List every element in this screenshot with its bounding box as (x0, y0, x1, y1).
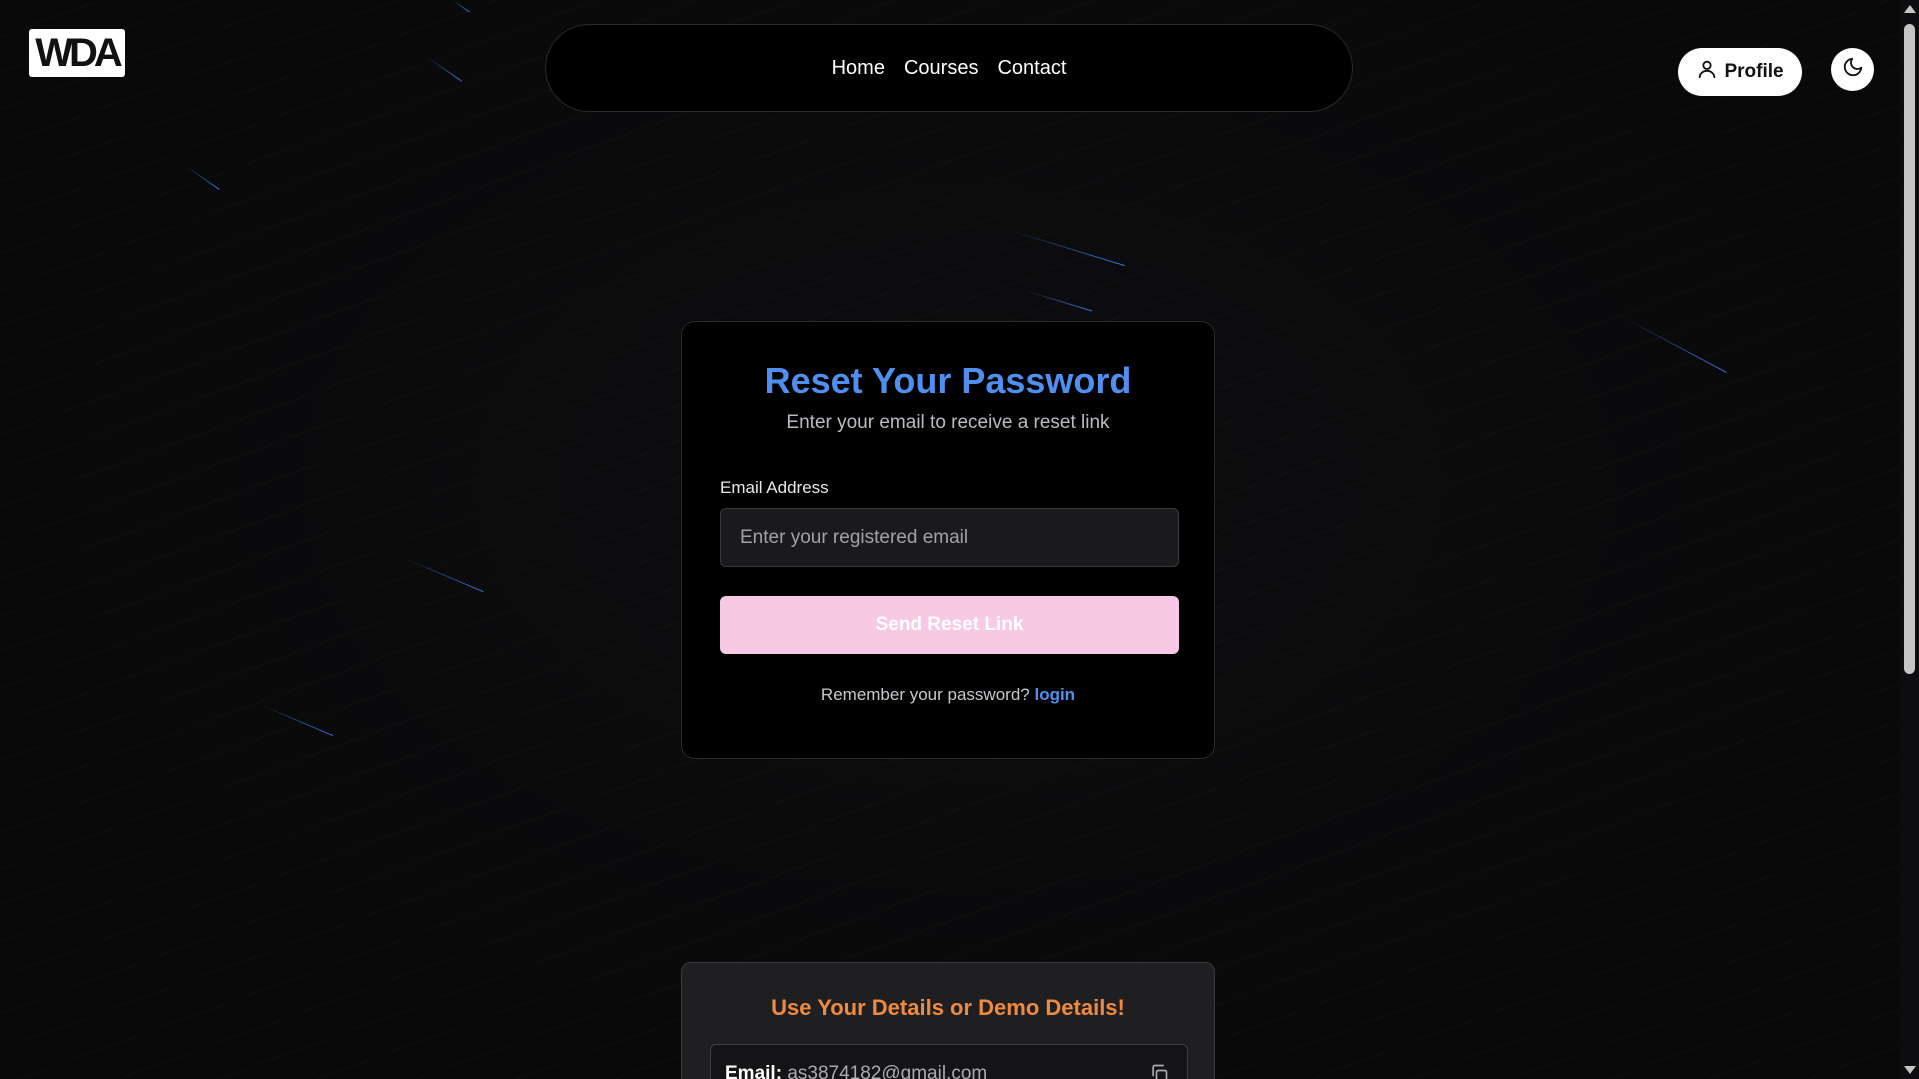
user-icon (1696, 58, 1718, 86)
reset-title: Reset Your Password (764, 360, 1132, 401)
reset-password-card: Reset Your Password Enter your email to … (681, 321, 1215, 759)
logo-text: WDA (35, 30, 123, 75)
email-input[interactable] (720, 508, 1179, 567)
demo-title: Use Your Details or Demo Details! (771, 995, 1125, 1020)
profile-button[interactable]: Profile (1678, 48, 1802, 96)
background-streak (452, 0, 470, 13)
main-navbar: Home Courses Contact (545, 24, 1353, 112)
nav-contact-link[interactable]: Contact (997, 57, 1066, 80)
scroll-thumb[interactable] (1904, 24, 1915, 674)
email-label: Email Address (720, 478, 829, 497)
nav-home-link[interactable]: Home (832, 57, 885, 80)
demo-details-card: Use Your Details or Demo Details! Email:… (681, 962, 1215, 1079)
scroll-down-arrow-icon[interactable] (1904, 1066, 1916, 1074)
background-streak (184, 165, 220, 190)
theme-toggle-button[interactable] (1831, 48, 1874, 91)
demo-email-value: as3874182@gmail.com (787, 1063, 988, 1079)
background-streak (1624, 318, 1727, 373)
page-scrollbar[interactable] (1900, 0, 1919, 1079)
demo-email-row: Email: as3874182@gmail.com (710, 1044, 1188, 1079)
background-streak (1024, 290, 1093, 312)
copy-icon[interactable] (1149, 1063, 1169, 1079)
scroll-up-arrow-icon[interactable] (1904, 5, 1916, 13)
remember-label: Remember your password? (820, 685, 1030, 704)
demo-email-key: Email: (725, 1063, 783, 1079)
profile-label: Profile (1724, 61, 1784, 82)
nav-courses-link[interactable]: Courses (904, 57, 978, 80)
login-link[interactable]: login (1034, 685, 1075, 704)
send-reset-link-button[interactable]: Send Reset Link (720, 596, 1179, 654)
background-streak (261, 705, 334, 737)
background-streak (404, 558, 484, 593)
remember-password-text: Remember your password? login (720, 685, 1176, 705)
page: WDA Home Courses Contact Profile Reset Y… (0, 0, 1919, 1079)
background-streak (1009, 230, 1125, 267)
reset-subtitle: Enter your email to receive a reset link (786, 412, 1110, 433)
background-streak (424, 55, 463, 82)
site-logo[interactable]: WDA (29, 29, 125, 77)
moon-icon (1842, 56, 1864, 83)
